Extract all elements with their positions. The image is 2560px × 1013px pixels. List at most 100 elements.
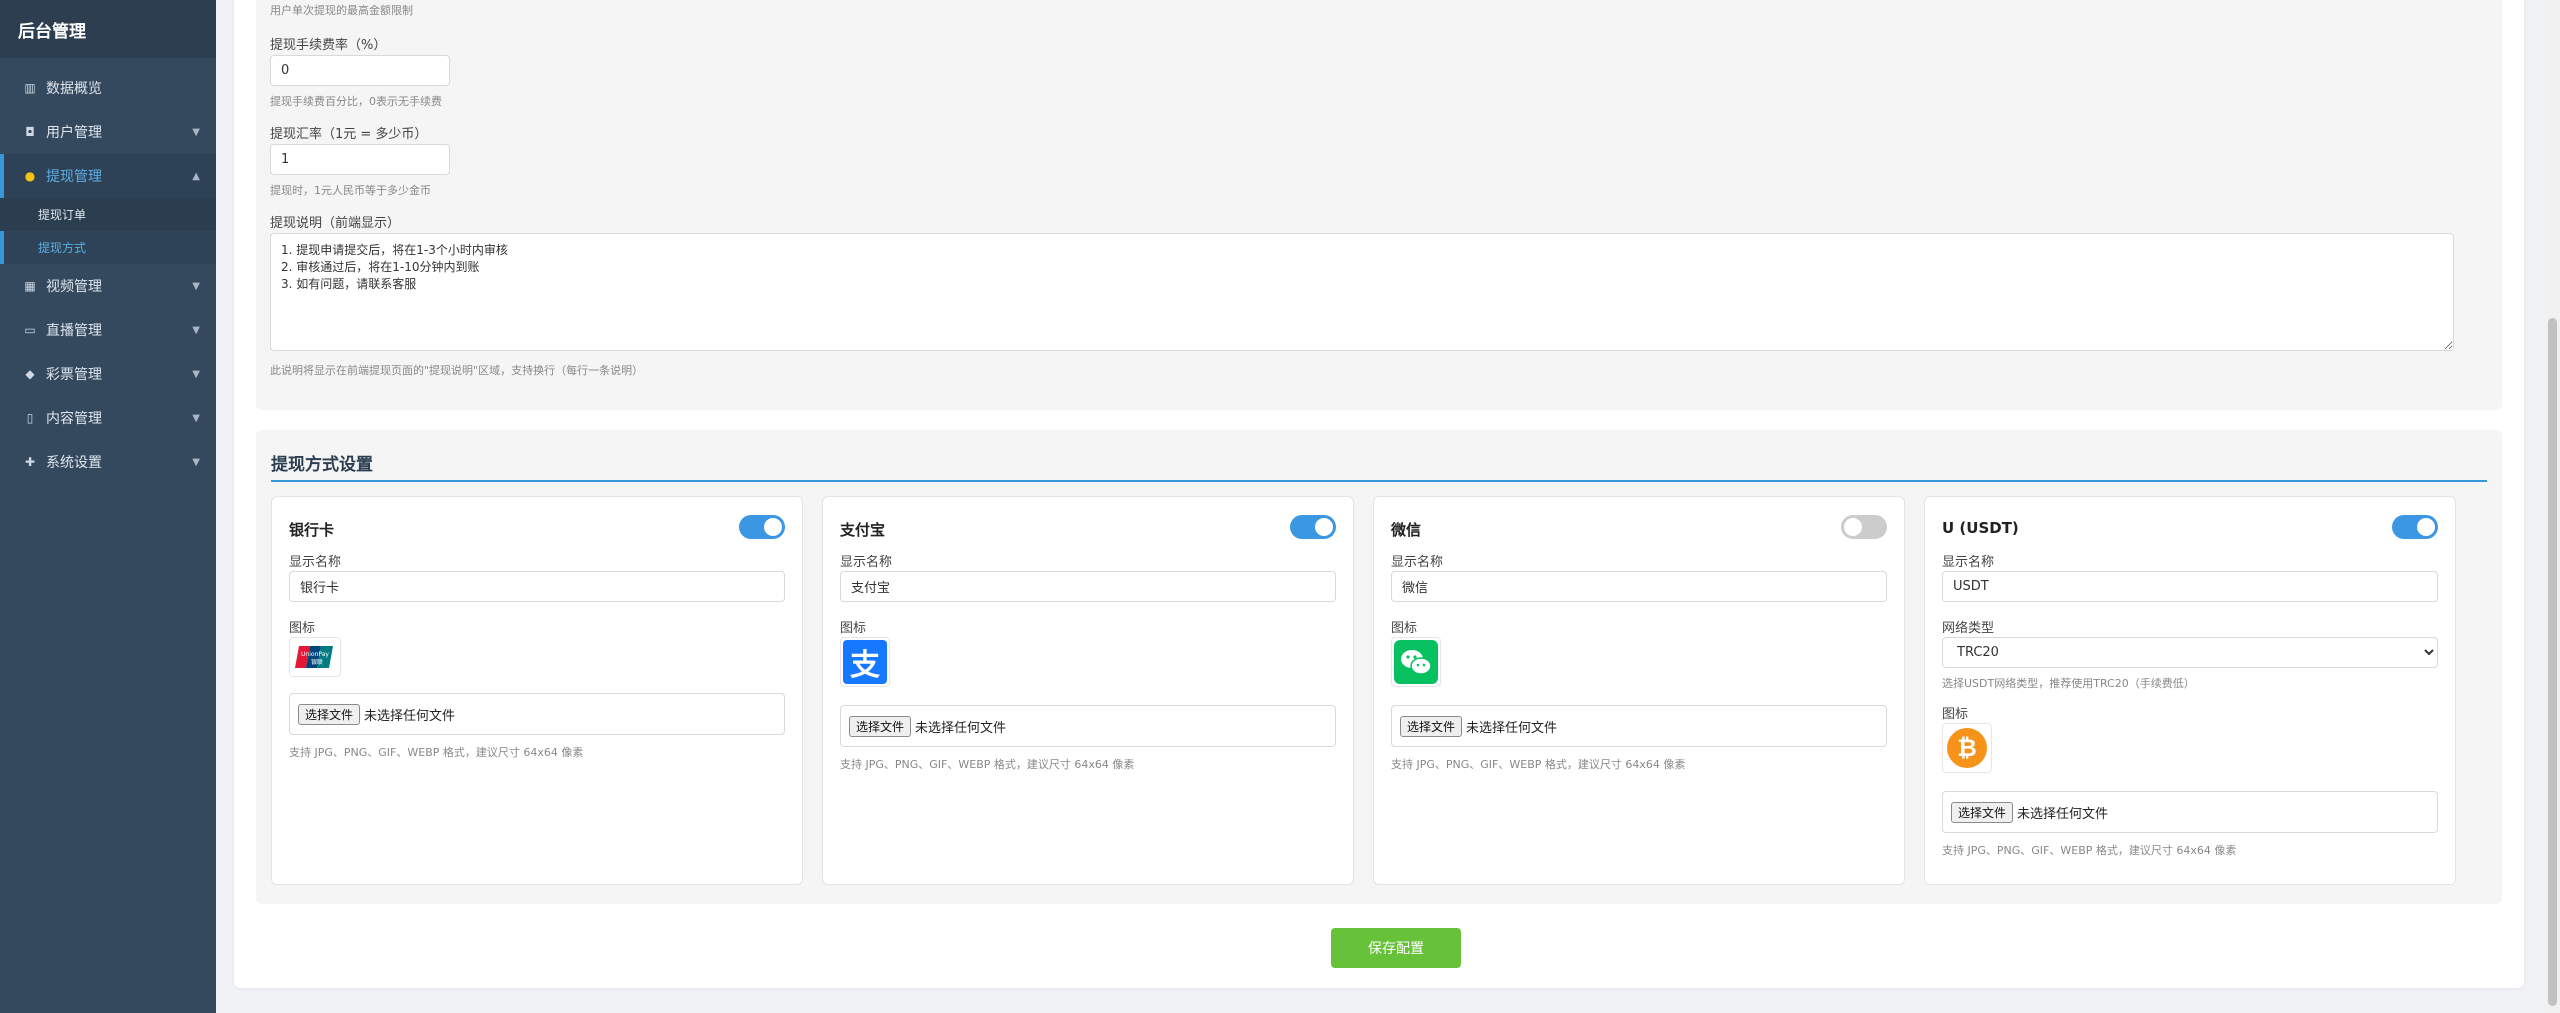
wechat-icon (1394, 640, 1438, 684)
main-content: 用户单次提现的最高金额限制 提现手续费率（%） 提现手续费百分比，0表示无手续费… (216, 0, 2545, 1013)
chevron-down-icon: ▼ (192, 368, 200, 380)
sidebar-item-label: 视频管理 (46, 279, 102, 295)
card-title: U (USDT) (1942, 519, 2019, 537)
exchange-rate-input[interactable] (270, 144, 450, 175)
chevron-down-icon: ▼ (192, 456, 200, 468)
icon-label: 图标 (1391, 621, 1418, 636)
toggle-knob (1315, 518, 1333, 536)
sidebar-item-content[interactable]: ▯ 内容管理 ▼ (0, 396, 216, 440)
sidebar-subitem-withdraw-orders[interactable]: 提现订单 (0, 198, 216, 231)
enable-toggle[interactable] (2392, 515, 2438, 539)
description-label: 提现说明（前端显示） (270, 216, 401, 231)
document-icon: ▯ (26, 411, 34, 425)
file-upload[interactable]: 选择文件 未选择任何文件 (840, 705, 1336, 747)
withdraw-submenu: 提现订单 提现方式 (0, 198, 216, 264)
exchange-rate-label: 提现汇率（1元 = 多少币） (270, 127, 428, 142)
choose-file-button[interactable]: 选择文件 (298, 703, 361, 725)
sidebar-item-users[interactable]: ◘ 用户管理 ▼ (0, 110, 216, 154)
display-name-input[interactable] (1391, 571, 1887, 602)
sidebar-subitem-withdraw-methods[interactable]: 提现方式 (0, 231, 216, 264)
display-name-label: 显示名称 (1942, 555, 1995, 570)
sidebar-item-label: 系统设置 (46, 455, 102, 471)
sidebar-item-settings[interactable]: ✚ 系统设置 ▼ (0, 440, 216, 484)
svg-text:UnionPay: UnionPay (301, 651, 329, 658)
gear-icon: ✚ (24, 455, 36, 469)
file-hint: 支持 JPG、PNG、GIF、WEBP 格式，建议尺寸 64x64 像素 (289, 746, 584, 759)
icon-label: 图标 (289, 621, 316, 636)
display-name-input[interactable] (289, 571, 785, 602)
scroll-thumb[interactable] (2548, 318, 2557, 1006)
chevron-down-icon: ▼ (192, 412, 200, 424)
chevron-down-icon: ▼ (192, 126, 200, 138)
sidebar-item-label: 提现管理 (46, 169, 102, 185)
tv-icon: ▭ (24, 323, 36, 337)
toggle-knob (764, 518, 782, 536)
sidebar-item-label: 用户管理 (46, 125, 102, 141)
toggle-knob (1844, 518, 1862, 536)
chart-icon: ▥ (24, 81, 36, 95)
bitcoin-icon: ₿ (1947, 728, 1987, 768)
icon-preview: UnionPay 银联 (289, 637, 341, 677)
max-amount-hint: 用户单次提现的最高金额限制 (270, 4, 413, 17)
section-title: 提现方式设置 (271, 455, 373, 475)
icon-preview (1391, 637, 1441, 687)
choose-file-button[interactable]: 选择文件 (1951, 801, 2014, 823)
sidebar-item-dashboard[interactable]: ▥ 数据概览 (0, 66, 216, 110)
method-card-alipay: 支付宝 显示名称 图标 支 选择文件 未选择任何文件 支持 JPG、PNG、GI… (822, 496, 1354, 885)
choose-file-button[interactable]: 选择文件 (849, 715, 912, 737)
film-icon: ▦ (24, 279, 36, 293)
icon-label: 图标 (1942, 707, 1969, 722)
toggle-knob (2417, 518, 2435, 536)
method-card-wechat: 微信 显示名称 图标 选择文件 (1373, 496, 1905, 885)
config-panel: 用户单次提现的最高金额限制 提现手续费率（%） 提现手续费百分比，0表示无手续费… (234, 0, 2524, 988)
file-upload[interactable]: 选择文件 未选择任何文件 (1942, 791, 2438, 833)
page-scrollbar[interactable] (2545, 0, 2560, 1013)
sidebar-menu: ▥ 数据概览 ◘ 用户管理 ▼ ● 提现管理 ▲ 提现订单 提现方式 ▦ 视频管… (0, 58, 216, 484)
enable-toggle[interactable] (1290, 515, 1336, 539)
network-type-label: 网络类型 (1942, 621, 1995, 636)
sidebar-item-label: 彩票管理 (46, 367, 102, 383)
file-hint: 支持 JPG、PNG、GIF、WEBP 格式，建议尺寸 64x64 像素 (1942, 844, 2237, 857)
sidebar-item-withdraw[interactable]: ● 提现管理 ▲ (0, 154, 216, 198)
method-card-bank: 银行卡 显示名称 图标 UnionPay 银联 选择文件 未选择任何 (271, 496, 803, 885)
display-name-label: 显示名称 (289, 555, 342, 570)
unionpay-icon: UnionPay 银联 (295, 646, 333, 668)
enable-toggle[interactable] (739, 515, 785, 539)
display-name-input[interactable] (840, 571, 1336, 602)
icon-preview: 支 (840, 637, 890, 687)
file-status: 未选择任何文件 (1466, 720, 1558, 736)
basic-settings-block: 用户单次提现的最高金额限制 提现手续费率（%） 提现手续费百分比，0表示无手续费… (256, 0, 2502, 410)
method-card-usdt: U (USDT) 显示名称 网络类型 TRC20 选择USDT网络类型，推荐使用… (1924, 496, 2456, 885)
fee-rate-input[interactable] (270, 55, 450, 86)
file-status: 未选择任何文件 (915, 720, 1007, 736)
sidebar-item-lottery[interactable]: ◆ 彩票管理 ▼ (0, 352, 216, 396)
fee-rate-label: 提现手续费率（%） (270, 38, 387, 53)
description-textarea[interactable]: 1. 提现申请提交后，将在1-3个小时内审核 2. 审核通过后，将在1-10分钟… (270, 233, 2454, 351)
file-upload[interactable]: 选择文件 未选择任何文件 (1391, 705, 1887, 747)
file-hint: 支持 JPG、PNG、GIF、WEBP 格式，建议尺寸 64x64 像素 (840, 758, 1135, 771)
sidebar-item-label: 内容管理 (46, 411, 102, 427)
card-title: 微信 (1391, 521, 1422, 539)
sidebar-item-live[interactable]: ▭ 直播管理 ▼ (0, 308, 216, 352)
chevron-down-icon: ▼ (192, 324, 200, 336)
file-status: 未选择任何文件 (364, 708, 456, 724)
file-status: 未选择任何文件 (2017, 806, 2109, 822)
save-config-button[interactable]: 保存配置 (1331, 928, 1461, 968)
withdraw-methods-block: 提现方式设置 银行卡 显示名称 图标 UnionPay 银联 (256, 430, 2502, 904)
chevron-up-icon: ▲ (192, 170, 200, 182)
network-type-select[interactable]: TRC20 (1942, 637, 2438, 668)
cube-icon: ◆ (25, 367, 35, 381)
bitcoin-glyph: ₿ (1957, 733, 1977, 762)
icon-label: 图标 (840, 621, 867, 636)
sidebar-item-video[interactable]: ▦ 视频管理 ▼ (0, 264, 216, 308)
enable-toggle[interactable] (1841, 515, 1887, 539)
sidebar: 后台管理 ▥ 数据概览 ◘ 用户管理 ▼ ● 提现管理 ▲ 提现订单 提现方式 … (0, 0, 216, 1013)
section-divider (271, 480, 2487, 482)
card-title: 支付宝 (840, 521, 886, 539)
display-name-label: 显示名称 (1391, 555, 1444, 570)
choose-file-button[interactable]: 选择文件 (1400, 715, 1463, 737)
icon-preview: ₿ (1942, 723, 1992, 773)
display-name-input[interactable] (1942, 571, 2438, 602)
money-bag-icon: ● (24, 169, 36, 183)
file-upload[interactable]: 选择文件 未选择任何文件 (289, 693, 785, 735)
